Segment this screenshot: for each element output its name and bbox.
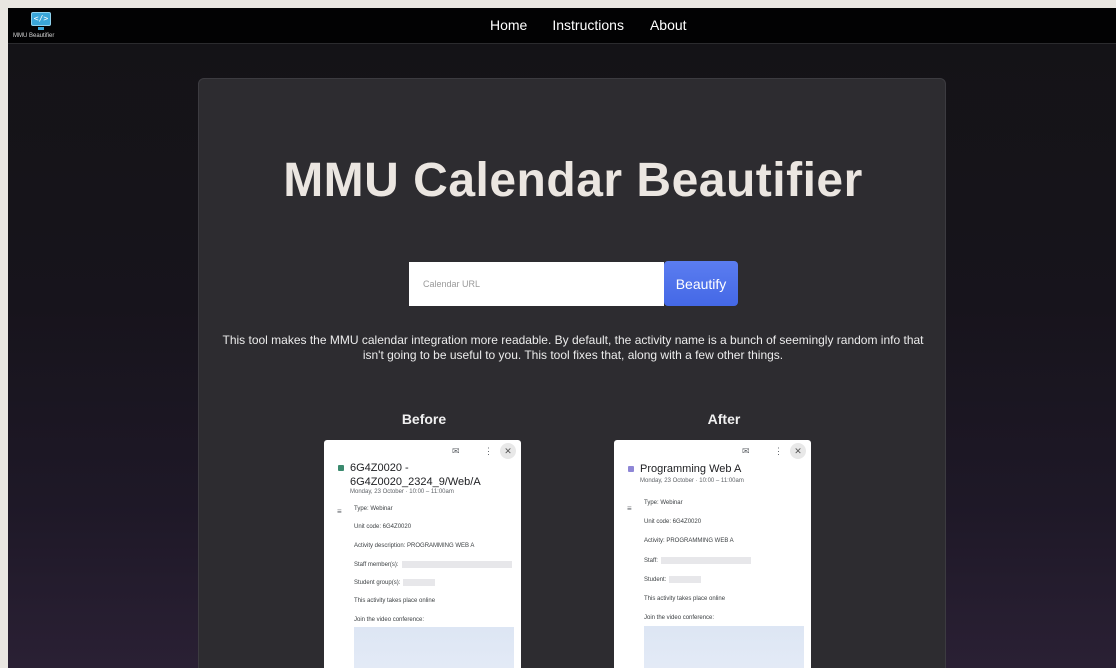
description-lines-icon: ≡ [627,504,632,513]
description-text: This tool makes the MMU calendar integra… [222,333,924,362]
close-icon: ✕ [790,443,806,459]
after-heading: After [707,411,741,427]
mail-icon: ✉ [742,446,750,456]
event-detail-row: Activity: PROGRAMMING WEB A [644,538,734,544]
event-color-dot [628,466,634,472]
close-icon: ✕ [500,443,516,459]
event-detail-row: Unit code: 6G4Z0020 [354,524,412,530]
logo[interactable]: </> MMU Beautifier [13,12,67,42]
nav-about-link[interactable]: About [650,17,687,33]
student-label: Student group(s): [354,580,401,587]
before-heading: Before [401,411,447,427]
event-detail-row: Student group(s): [354,579,436,587]
event-detail-row: Activity description: PROGRAMMING WEB A [354,543,475,549]
event-title: 6G4Z0020 - 6G4Z0020_2324_9/Web/A [350,462,481,488]
nav-instructions-link[interactable]: Instructions [552,17,624,33]
description-lines-icon: ≡ [337,507,342,516]
student-label: Student: [644,577,667,584]
main-card: MMU Calendar Beautifier Beautify This to… [198,78,946,668]
navbar: </> MMU Beautifier Home Instructions Abo… [8,8,1116,44]
after-event-screenshot: ✉ ⋮ ✕ Programming Web A Monday, 23 Octob… [614,440,811,668]
redacted-box [669,576,702,583]
event-detail-row: Join the video conference: [354,617,425,623]
event-detail-row: Student: [644,576,702,584]
nav-home-link[interactable]: Home [490,17,527,33]
page-title: MMU Calendar Beautifier [283,154,863,207]
staff-label: Staff member(s): [354,562,399,569]
event-detail-row: Staff: [644,557,751,564]
event-detail-row: Unit code: 6G4Z0020 [644,519,702,525]
before-event-screenshot: ✉ ⋮ ✕ 6G4Z0020 - 6G4Z0020_2324_9/Web/A M… [324,440,521,668]
event-date: Monday, 23 October · 10:00 – 11:00am [640,478,744,484]
redacted-box [401,561,512,568]
code-monitor-icon: </> [31,12,51,26]
event-detail-row: This activity takes place online [354,598,436,604]
event-detail-row: Staff member(s): [354,561,512,568]
mail-icon: ✉ [452,446,460,456]
staff-label: Staff: [644,558,658,565]
more-options-icon: ⋮ [484,446,493,456]
logo-text: MMU Beautifier [13,33,55,39]
monitor-stand [38,27,44,30]
redacted-video-link [644,626,804,668]
more-options-icon: ⋮ [774,446,783,456]
redacted-box [403,579,436,586]
event-detail-row: This activity takes place online [644,596,726,602]
redacted-box [660,557,751,564]
event-color-dot [338,465,344,471]
redacted-video-link [354,627,514,668]
calendar-url-input[interactable] [409,262,664,306]
beautify-button[interactable]: Beautify [664,261,738,306]
event-date: Monday, 23 October · 10:00 – 11:00am [350,489,454,495]
event-title: Programming Web A [640,463,742,475]
nav-links: Home Instructions About [490,17,687,33]
event-detail-row: Type: Webinar [644,500,683,506]
event-detail-row: Join the video conference: [644,615,715,621]
app-screen: </> MMU Beautifier Home Instructions Abo… [8,8,1116,668]
event-detail-row: Type: Webinar [354,506,393,512]
